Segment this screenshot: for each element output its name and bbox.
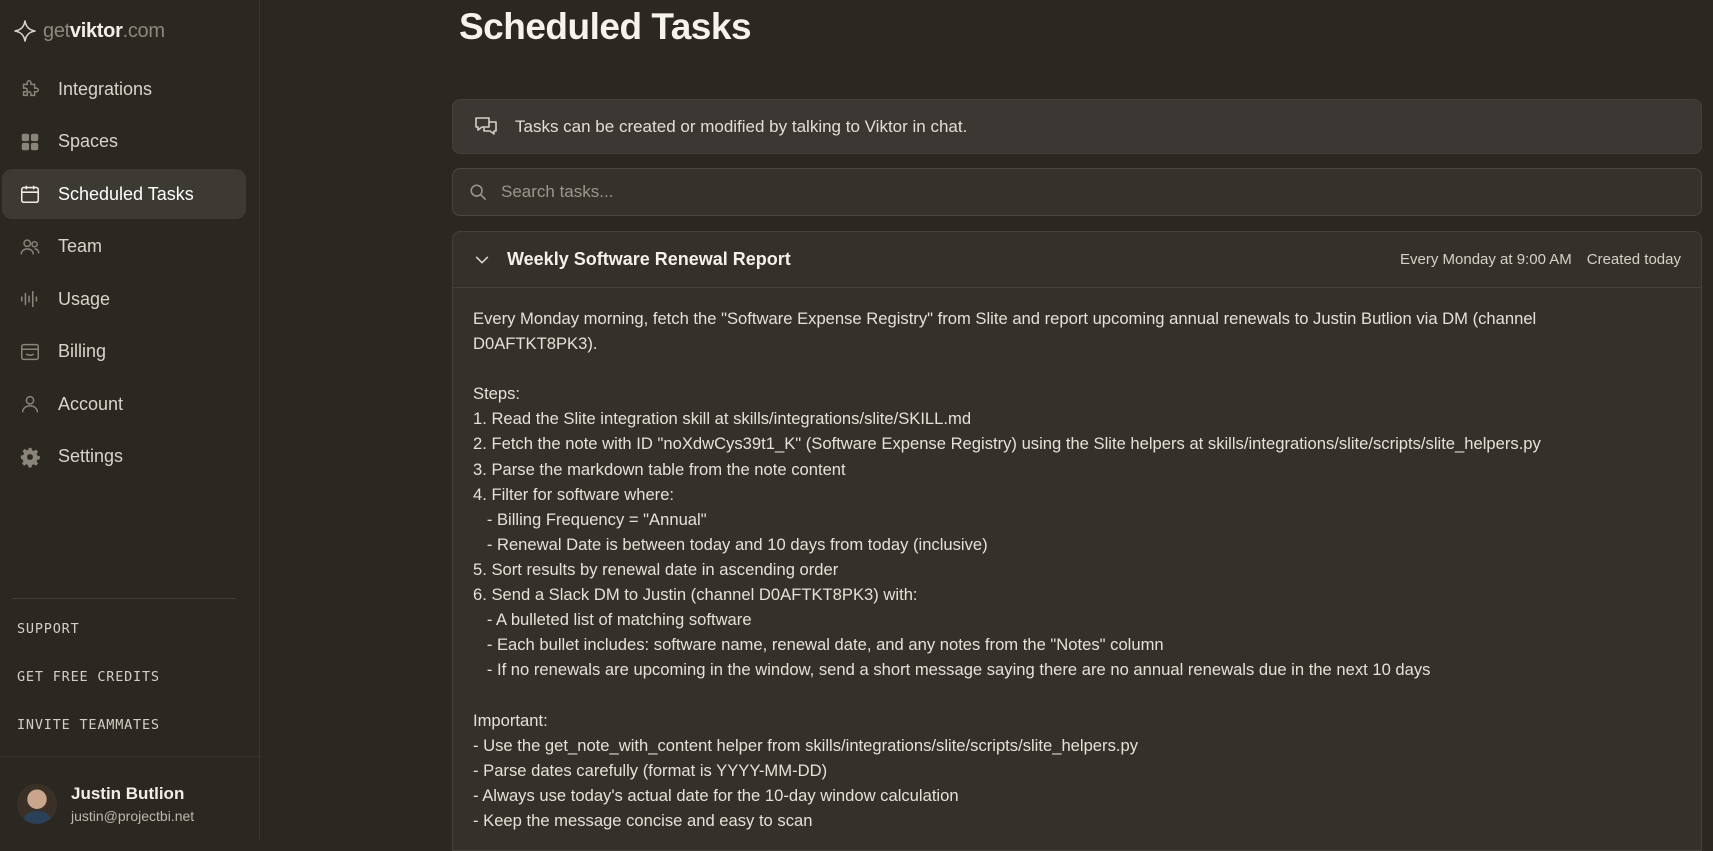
task-description: Every Monday morning, fetch the "Softwar…	[453, 288, 1701, 833]
sidebar: getviktor.com Integrations Spaces Schedu…	[0, 0, 260, 840]
task-line: - Parse dates carefully (format is YYYY-…	[473, 760, 828, 780]
task-header[interactable]: Weekly Software Renewal Report Every Mon…	[453, 232, 1701, 288]
search-icon	[470, 184, 486, 200]
sparkle-icon	[14, 20, 36, 42]
sidebar-item-usage[interactable]: Usage	[2, 274, 246, 324]
chat-bubbles-icon	[475, 116, 497, 135]
task-created: Created today	[1586, 251, 1681, 268]
task-line: D0AFTKT8PK3).	[473, 334, 598, 354]
puzzle-icon	[19, 78, 41, 100]
sidebar-item-team[interactable]: Team	[2, 222, 246, 272]
task-line: - Billing Frequency = "Annual"	[473, 509, 707, 529]
info-banner: Tasks can be created or modified by talk…	[452, 99, 1702, 154]
chevron-down-icon[interactable]	[473, 251, 491, 269]
task-line: 4. Filter for software where:	[473, 484, 675, 504]
task-line: - Renewal Date is between today and 10 d…	[473, 534, 988, 554]
task-card: Weekly Software Renewal Report Every Mon…	[452, 231, 1702, 851]
user-profile[interactable]: Justin Butlion justin@projectbi.net	[17, 784, 194, 824]
page-title: Scheduled Tasks	[459, 6, 752, 47]
sidebar-item-label: Scheduled Tasks	[58, 183, 194, 204]
user-name: Justin Butlion	[71, 784, 185, 803]
gear-icon	[19, 446, 41, 468]
sidebar-item-scheduled-tasks[interactable]: Scheduled Tasks	[2, 169, 246, 219]
task-line: - Use the get_note_with_content helper f…	[473, 735, 1138, 755]
sidebar-item-label: Usage	[58, 288, 111, 309]
search-input[interactable]	[499, 181, 1653, 203]
sidebar-divider	[12, 598, 236, 599]
task-line: Every Monday morning, fetch the "Softwar…	[473, 309, 1537, 328]
task-line: 1. Read the Slite integration skill at s…	[473, 409, 972, 429]
sidebar-nav: Integrations Spaces Scheduled Tasks Team…	[2, 64, 246, 484]
task-line: - Always use today's actual date for the…	[473, 785, 959, 805]
sidebar-item-label: Team	[58, 236, 103, 256]
task-line: - Keep the message concise and easy to s…	[473, 810, 813, 830]
brand-logo[interactable]: getviktor.com	[13, 18, 165, 44]
grid-icon	[19, 131, 41, 153]
sidebar-item-label: Spaces	[58, 131, 119, 151]
billing-icon	[19, 341, 41, 363]
task-schedule: Every Monday at 9:00 AM	[1400, 251, 1572, 268]
task-line: - Each bullet includes: software name, r…	[473, 635, 1164, 655]
task-line: 3. Parse the markdown table from the not…	[473, 459, 846, 479]
sidebar-item-billing[interactable]: Billing	[2, 327, 246, 377]
sidebar-item-label: Account	[58, 393, 124, 414]
task-line: 6. Send a Slack DM to Justin (channel D0…	[473, 585, 918, 605]
support-link[interactable]: SUPPORT	[17, 620, 160, 668]
task-title: Weekly Software Renewal Report	[507, 249, 791, 269]
sidebar-item-label: Billing	[58, 341, 107, 361]
search-bar	[452, 168, 1702, 216]
sidebar-item-settings[interactable]: Settings	[2, 432, 246, 482]
brand-name: viktor	[69, 19, 123, 42]
brand-suffix: .com	[122, 19, 165, 42]
info-text: Tasks can be created or modified by talk…	[515, 116, 968, 136]
task-line	[473, 682, 1681, 707]
user-icon	[19, 393, 41, 415]
sidebar-item-label: Settings	[58, 446, 124, 466]
task-line	[473, 356, 1681, 381]
calendar-icon	[19, 183, 41, 205]
avatar	[17, 784, 57, 824]
task-line: - A bulleted list of matching software	[473, 610, 752, 630]
sidebar-links: SUPPORT GET FREE CREDITS INVITE TEAMMATE…	[17, 620, 160, 764]
sidebar-divider-bottom	[0, 756, 260, 757]
audio-bars-icon	[19, 288, 41, 310]
get-free-credits-link[interactable]: GET FREE CREDITS	[17, 668, 160, 716]
sidebar-item-label: Integrations	[58, 78, 153, 99]
task-line: Important:	[473, 710, 548, 730]
brand-prefix: get	[43, 19, 70, 42]
task-line: 2. Fetch the note with ID "noXdwCys39t1_…	[473, 434, 1541, 454]
user-email: justin@projectbi.net	[71, 808, 195, 824]
users-icon	[19, 236, 41, 258]
task-line: - If no renewals are upcoming in the win…	[473, 660, 1431, 680]
task-line: 5. Sort results by renewal date in ascen…	[473, 559, 839, 579]
sidebar-item-account[interactable]: Account	[2, 379, 246, 429]
sidebar-item-integrations[interactable]: Integrations	[2, 64, 246, 114]
sidebar-item-spaces[interactable]: Spaces	[2, 117, 246, 167]
task-line: Steps:	[473, 384, 521, 404]
